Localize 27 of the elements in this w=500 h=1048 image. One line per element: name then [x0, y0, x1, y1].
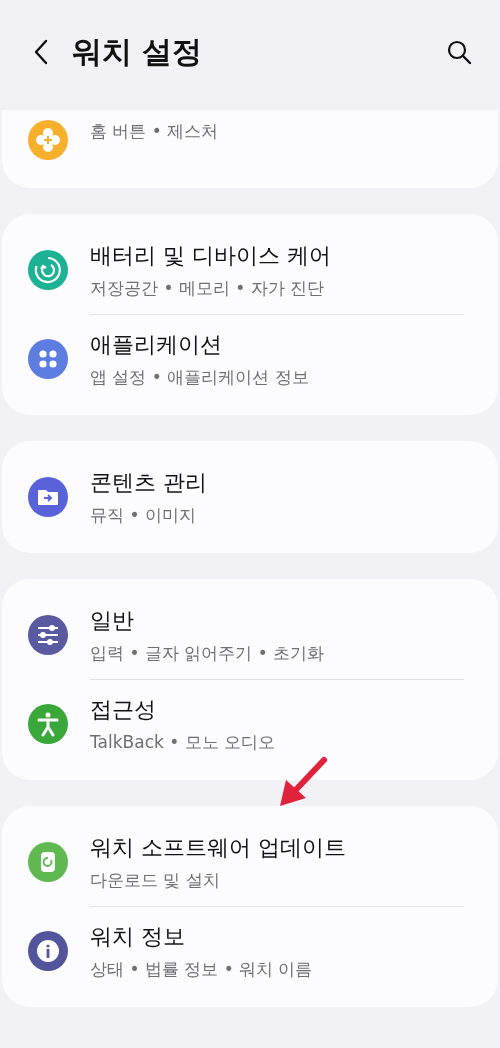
item-subtitle: TalkBack • 모노 오디오 [90, 730, 276, 754]
item-title: 워치 소프트웨어 업데이트 [90, 833, 346, 862]
item-subtitle: 앱 설정 • 애플리케이션 정보 [90, 365, 309, 389]
item-subtitle: 다운로드 및 설치 [90, 868, 220, 892]
item-title: 접근성 [90, 695, 156, 724]
annotation-arrow [278, 756, 328, 808]
settings-item[interactable]: 일반 입력 • 글자 읽어주기 • 초기화 [2, 591, 498, 679]
back-icon[interactable] [34, 39, 48, 65]
item-subtitle: 입력 • 글자 읽어주기 • 초기화 [90, 641, 325, 665]
item-subtitle: 뮤직 • 이미지 [90, 503, 196, 527]
settings-item[interactable]: 접근성 TalkBack • 모노 오디오 [2, 680, 498, 768]
item-title: 애플리케이션 [90, 330, 222, 359]
search-icon[interactable] [446, 39, 472, 65]
item-title: 콘텐츠 관리 [90, 468, 207, 497]
item-title: 배터리 및 디바이스 케어 [90, 241, 331, 270]
settings-item[interactable]: 배터리 및 디바이스 케어 저장공간 • 메모리 • 자가 진단 [2, 226, 498, 314]
settings-item[interactable]: 콘텐츠 관리 뮤직 • 이미지 [2, 453, 498, 541]
settings-item[interactable]: 워치 정보 상태 • 법률 정보 • 워치 이름 [2, 907, 498, 995]
settings-item[interactable]: 워치 소프트웨어 업데이트 다운로드 및 설치 [2, 818, 498, 906]
settings-item[interactable]: 홈 버튼 • 제스처 [2, 120, 498, 180]
item-title: 일반 [90, 606, 134, 635]
item-subtitle: 홈 버튼 • 제스처 [90, 120, 219, 143]
item-title: 워치 정보 [90, 922, 185, 951]
item-subtitle: 저장공간 • 메모리 • 자가 진단 [90, 276, 325, 300]
page-title: 워치 설정 [72, 32, 204, 71]
settings-item[interactable]: 애플리케이션 앱 설정 • 애플리케이션 정보 [2, 315, 498, 403]
item-subtitle: 상태 • 법률 정보 • 워치 이름 [90, 957, 313, 981]
